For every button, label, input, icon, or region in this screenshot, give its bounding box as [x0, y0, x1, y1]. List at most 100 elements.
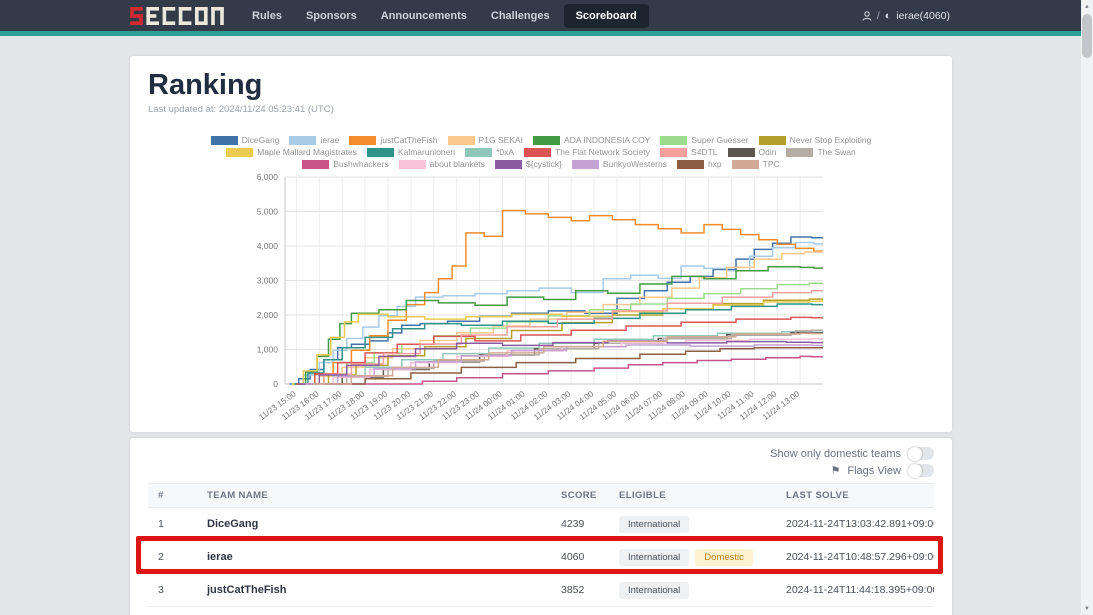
legend-item[interactable]: justCatTheFish	[349, 135, 437, 145]
legend-swatch	[226, 148, 253, 157]
international-badge: International	[619, 516, 689, 533]
score-cell: 3852	[551, 574, 609, 607]
eligible-cell: International	[609, 574, 776, 607]
seccon-logo[interactable]	[130, 7, 224, 25]
legend-label: The Flat Network Society	[555, 147, 650, 157]
legend-row: DiceGang ierae justCatTheFish P1G SEKAI ADA …	[148, 135, 934, 145]
scrollbar-down-arrow[interactable]: ▼	[1081, 602, 1093, 615]
last-solve-cell: 2024-11-24T10:48:57.296+09:00	[776, 541, 934, 574]
ranking-table: #TEAM NAMESCOREELIGIBLELAST SOLVE 1DiceG…	[148, 483, 934, 615]
column-header: ELIGIBLE	[609, 484, 776, 508]
column-header: #	[148, 484, 197, 508]
legend-item[interactable]: Kalmarunionen	[367, 147, 455, 157]
domestic-filter-label: Show only domestic teams	[770, 448, 901, 460]
legend-item[interactable]: Never Stop Exploiting	[759, 135, 872, 145]
team-name: DiceGang	[207, 518, 258, 530]
scoreboard-card: Show only domestic teams ⚑︎ Flags View #…	[130, 438, 952, 615]
team-cell: ierae	[197, 541, 551, 574]
international-badge: International	[619, 582, 689, 599]
legend-item[interactable]: P1G SEKAI	[448, 135, 523, 145]
legend-item[interactable]: The Swan	[786, 147, 855, 157]
legend-item[interactable]: Super Guesser	[660, 135, 748, 145]
legend-label: The Swan	[817, 147, 855, 157]
column-header: TEAM NAME	[197, 484, 551, 508]
nav-user-name: ierae(4060)	[896, 10, 950, 22]
flags-view-label: Flags View	[847, 465, 901, 477]
domestic-filter-row: Show only domestic teams	[144, 446, 934, 461]
legend-row: Bushwhackers about blankets ${cystick} Bunk…	[148, 159, 934, 169]
legend-item[interactable]: hxp	[677, 159, 722, 169]
international-badge: International	[619, 549, 689, 566]
legend-item[interactable]: S4DTL	[660, 147, 717, 157]
table-row: 3justCatTheFish3852 International 2024-11-…	[148, 574, 934, 607]
legend-label: P1G SEKAI	[479, 135, 523, 145]
flags-view-row: ⚑︎ Flags View	[144, 463, 934, 478]
scrollbar-up-arrow[interactable]: ▲	[1081, 0, 1093, 13]
legend-item[interactable]: about blankets	[399, 159, 485, 169]
legend-item[interactable]: ADA INDONESIA COY	[533, 135, 650, 145]
legend-item[interactable]: TPC	[732, 159, 780, 169]
table-row: 2ierae4060InternationalDomestic2024-11-2…	[148, 541, 934, 574]
legend-item[interactable]: Odin	[728, 147, 777, 157]
legend-label: ${cystick}	[526, 159, 562, 169]
score-cell: 3827	[551, 607, 609, 615]
legend-item[interactable]: *0xA	[465, 147, 514, 157]
page-scrollbar[interactable]: ▲ ▼	[1081, 0, 1093, 615]
table-row: 4P1G SEKAI3827International2024-11-24T04…	[148, 607, 934, 615]
chart-legend: DiceGang ierae justCatTheFish P1G SEKAI ADA …	[148, 135, 934, 169]
legend-swatch	[786, 148, 813, 157]
nav-item-scoreboard[interactable]: Scoreboard	[564, 4, 649, 28]
domestic-filter-toggle[interactable]	[908, 447, 934, 460]
legend-swatch	[759, 136, 786, 145]
legend-item[interactable]: ${cystick}	[495, 159, 562, 169]
nav-user[interactable]: / ◐︎⁠ ierae(4060)	[862, 10, 950, 22]
legend-swatch	[677, 160, 704, 169]
toggle-knob	[908, 464, 922, 478]
column-header: LAST SOLVE	[776, 484, 934, 508]
legend-swatch	[349, 136, 376, 145]
rank-cell: 2	[148, 541, 197, 574]
nav-item-announcements[interactable]: Announcements	[371, 5, 477, 27]
last-solve-cell: 2024-11-24T13:03:42.891+09:00	[776, 508, 934, 541]
legend-item[interactable]: Bushwhackers	[302, 159, 388, 169]
legend-label: Never Stop Exploiting	[790, 135, 872, 145]
user-icon	[862, 11, 872, 21]
legend-swatch	[302, 160, 329, 169]
legend-label: Super Guesser	[691, 135, 748, 145]
eligible-cell: International	[609, 607, 776, 615]
rank-cell: 1	[148, 508, 197, 541]
domestic-badge: Domestic	[695, 549, 753, 566]
legend-item[interactable]: Maple Mallard Magistrates	[226, 147, 357, 157]
legend-swatch	[533, 136, 560, 145]
legend-swatch	[732, 160, 759, 169]
legend-swatch	[465, 148, 492, 157]
seccon-logo-icon	[130, 7, 224, 25]
last-solve-cell: 2024-11-24T04:34:02.53+09:00	[776, 607, 934, 615]
scrollbar-thumb[interactable]	[1082, 14, 1092, 58]
nav-menu: RulesSponsorsAnnouncementsChallengesScor…	[242, 4, 862, 28]
legend-item[interactable]: The Flat Network Society	[524, 147, 650, 157]
toggles: Show only domestic teams ⚑︎ Flags View	[144, 446, 938, 478]
team-cell: justCatTheFish	[197, 574, 551, 607]
score-cell: 4239	[551, 508, 609, 541]
eligible-cell: International Domestic	[609, 541, 776, 574]
flag-icon: ◐︎⁠	[885, 10, 892, 22]
y-tick-label: 4,000	[257, 241, 279, 251]
legend-item[interactable]: BunkyoWesterns	[572, 159, 667, 169]
team-name: ierae	[207, 551, 233, 563]
legend-label: Odin	[759, 147, 777, 157]
nav-item-sponsors[interactable]: Sponsors	[296, 5, 367, 27]
nav-item-rules[interactable]: Rules	[242, 5, 292, 27]
legend-item[interactable]: DiceGang	[211, 135, 280, 145]
legend-item[interactable]: ierae	[289, 135, 339, 145]
navbar: RulesSponsorsAnnouncementsChallengesScor…	[0, 0, 1081, 31]
nav-item-challenges[interactable]: Challenges	[481, 5, 560, 27]
y-tick-label: 6,000	[257, 172, 279, 182]
flags-view-toggle[interactable]	[908, 464, 934, 477]
score-chart: 11/23 15:0011/23 16:0011/23 17:0011/23 1…	[148, 171, 848, 423]
flag-icon: ⚑︎	[831, 464, 841, 477]
rank-cell: 3	[148, 574, 197, 607]
ranking-table-wrap: #TEAM NAMESCOREELIGIBLELAST SOLVE 1DiceG…	[148, 483, 934, 615]
last-solve-cell: 2024-11-24T11:44:18.395+09:00	[776, 574, 934, 607]
legend-label: about blankets	[430, 159, 485, 169]
